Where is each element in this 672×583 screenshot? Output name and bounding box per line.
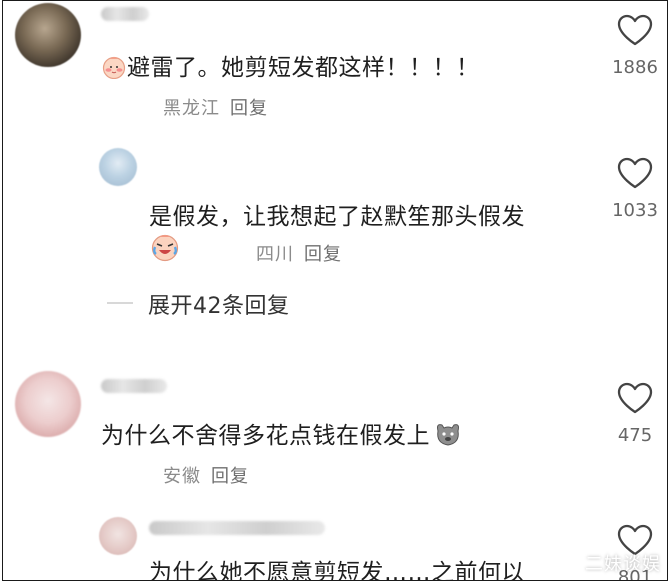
comment-text: 为什么不舍得多花点钱在假发上 [101,416,462,453]
username-blurred[interactable] [149,521,325,535]
comment-meta: 黑龙江 回复 [163,94,268,120]
comment-feed: 避雷了。她剪短发都这样！！！！ 黑龙江 回复 1886 是假发，让我想起了赵默笙那… [2,0,668,581]
reply-button[interactable]: 回复 [211,466,249,487]
blushing-face-emoji [101,55,127,85]
location-label: 四川 [256,244,294,265]
expand-replies-button[interactable]: 展开42条回复 [148,288,290,320]
reply-button[interactable]: 回复 [230,98,268,119]
avatar[interactable] [15,371,81,437]
like-count: 475 [617,425,653,446]
dog-face-emoji [434,421,462,453]
username-blurred[interactable] [101,379,167,393]
watermark: 二妹谈娱 [585,554,661,575]
heart-outline-icon[interactable] [616,156,654,190]
comment-text: 为什么她不愿意剪短发……之前何以 [149,560,525,581]
reply-button[interactable]: 回复 [304,244,342,265]
avatar[interactable] [15,3,81,67]
comment-meta: 四川 回复 [256,240,342,266]
heart-outline-icon[interactable] [616,381,654,415]
like-count: 1886 [612,57,658,78]
heart-outline-icon[interactable] [616,13,654,47]
expand-divider [107,302,133,304]
avatar[interactable] [99,148,137,186]
username-blurred[interactable] [101,7,149,21]
location-label: 安徽 [163,466,201,487]
comment-meta: 安徽 回复 [163,462,249,488]
comment-text: 是假发，让我想起了赵默笙那头假发 [149,204,525,230]
comment-text: 避雷了。她剪短发都这样！！！！ [101,48,480,85]
laugh-cry-emoji [149,232,181,266]
location-label: 黑龙江 [163,98,220,119]
like-count: 1033 [612,200,658,221]
avatar[interactable] [99,517,137,555]
